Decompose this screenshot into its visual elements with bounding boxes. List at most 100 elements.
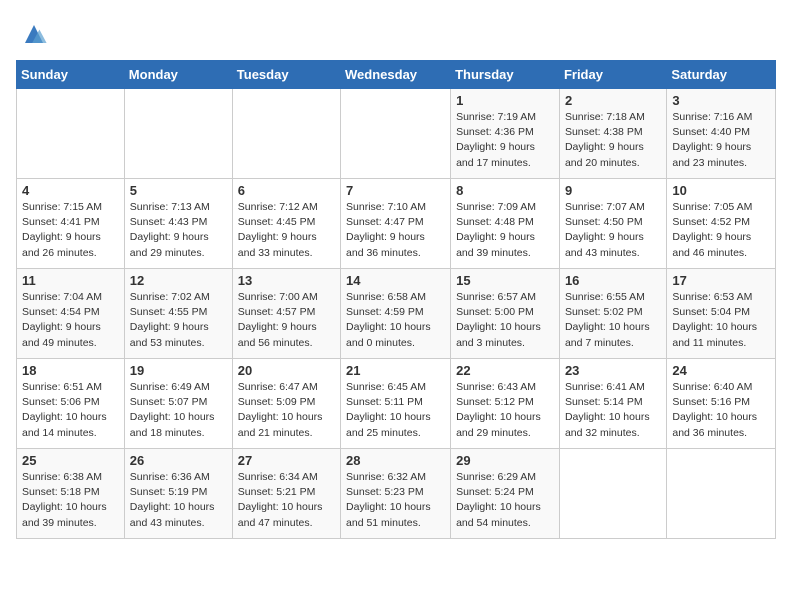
day-cell: 2 Sunrise: 7:18 AM Sunset: 4:38 PM Daylig… <box>559 89 666 179</box>
day-detail: Sunrise: 7:19 AM Sunset: 4:36 PM Dayligh… <box>456 110 554 171</box>
day-number: 24 <box>672 363 770 378</box>
day-number: 5 <box>130 183 227 198</box>
day-number: 9 <box>565 183 661 198</box>
day-number: 1 <box>456 93 554 108</box>
day-detail: Sunrise: 6:32 AM Sunset: 5:23 PM Dayligh… <box>346 470 445 531</box>
day-number: 13 <box>238 273 335 288</box>
day-number: 28 <box>346 453 445 468</box>
day-detail: Sunrise: 7:09 AM Sunset: 4:48 PM Dayligh… <box>456 200 554 261</box>
day-number: 15 <box>456 273 554 288</box>
day-number: 20 <box>238 363 335 378</box>
day-number: 19 <box>130 363 227 378</box>
day-cell <box>232 89 340 179</box>
column-header-thursday: Thursday <box>451 61 560 89</box>
day-cell: 24 Sunrise: 6:40 AM Sunset: 5:16 PM Dayli… <box>667 359 776 449</box>
day-cell <box>559 449 666 539</box>
page-header <box>16 16 776 52</box>
day-detail: Sunrise: 6:40 AM Sunset: 5:16 PM Dayligh… <box>672 380 770 441</box>
day-number: 6 <box>238 183 335 198</box>
column-header-friday: Friday <box>559 61 666 89</box>
week-row-1: 1 Sunrise: 7:19 AM Sunset: 4:36 PM Daylig… <box>17 89 776 179</box>
day-detail: Sunrise: 6:58 AM Sunset: 4:59 PM Dayligh… <box>346 290 445 351</box>
day-cell: 19 Sunrise: 6:49 AM Sunset: 5:07 PM Dayli… <box>124 359 232 449</box>
day-number: 25 <box>22 453 119 468</box>
day-number: 14 <box>346 273 445 288</box>
day-cell: 14 Sunrise: 6:58 AM Sunset: 4:59 PM Dayli… <box>341 269 451 359</box>
day-cell: 5 Sunrise: 7:13 AM Sunset: 4:43 PM Daylig… <box>124 179 232 269</box>
day-cell: 22Sunrise: 6:43 AM Sunset: 5:12 PM Dayli… <box>451 359 560 449</box>
day-cell: 26 Sunrise: 6:36 AM Sunset: 5:19 PM Dayli… <box>124 449 232 539</box>
day-number: 29 <box>456 453 554 468</box>
day-cell: 23Sunrise: 6:41 AM Sunset: 5:14 PM Dayli… <box>559 359 666 449</box>
day-cell: 8 Sunrise: 7:09 AM Sunset: 4:48 PM Daylig… <box>451 179 560 269</box>
day-detail: Sunrise: 7:00 AM Sunset: 4:57 PM Dayligh… <box>238 290 335 351</box>
day-number: 10 <box>672 183 770 198</box>
day-detail: Sunrise: 7:18 AM Sunset: 4:38 PM Dayligh… <box>565 110 661 171</box>
day-cell <box>17 89 125 179</box>
day-cell: 11 Sunrise: 7:04 AM Sunset: 4:54 PM Dayli… <box>17 269 125 359</box>
day-number: 7 <box>346 183 445 198</box>
day-cell: 25 Sunrise: 6:38 AM Sunset: 5:18 PM Dayli… <box>17 449 125 539</box>
day-cell: 27 Sunrise: 6:34 AM Sunset: 5:21 PM Dayli… <box>232 449 340 539</box>
day-detail: Sunrise: 6:47 AM Sunset: 5:09 PM Dayligh… <box>238 380 335 441</box>
day-number: 26 <box>130 453 227 468</box>
day-detail: Sunrise: 7:02 AM Sunset: 4:55 PM Dayligh… <box>130 290 227 351</box>
day-cell <box>341 89 451 179</box>
day-cell: 13 Sunrise: 7:00 AM Sunset: 4:57 PM Dayli… <box>232 269 340 359</box>
day-detail: Sunrise: 6:43 AM Sunset: 5:12 PM Dayligh… <box>456 380 554 441</box>
column-header-wednesday: Wednesday <box>341 61 451 89</box>
day-number: 8 <box>456 183 554 198</box>
day-header-row: SundayMondayTuesdayWednesdayThursdayFrid… <box>17 61 776 89</box>
day-detail: Sunrise: 7:10 AM Sunset: 4:47 PM Dayligh… <box>346 200 445 261</box>
day-cell: 21Sunrise: 6:45 AM Sunset: 5:11 PM Dayli… <box>341 359 451 449</box>
day-detail: Sunrise: 7:12 AM Sunset: 4:45 PM Dayligh… <box>238 200 335 261</box>
day-number: 27 <box>238 453 335 468</box>
day-cell: 3 Sunrise: 7:16 AM Sunset: 4:40 PM Daylig… <box>667 89 776 179</box>
day-number: 11 <box>22 273 119 288</box>
day-cell: 15 Sunrise: 6:57 AM Sunset: 5:00 PM Dayli… <box>451 269 560 359</box>
day-detail: Sunrise: 6:55 AM Sunset: 5:02 PM Dayligh… <box>565 290 661 351</box>
day-detail: Sunrise: 7:13 AM Sunset: 4:43 PM Dayligh… <box>130 200 227 261</box>
day-cell <box>667 449 776 539</box>
week-row-4: 18 Sunrise: 6:51 AM Sunset: 5:06 PM Dayli… <box>17 359 776 449</box>
day-cell: 12Sunrise: 7:02 AM Sunset: 4:55 PM Dayli… <box>124 269 232 359</box>
day-detail: Sunrise: 6:49 AM Sunset: 5:07 PM Dayligh… <box>130 380 227 441</box>
day-number: 21 <box>346 363 445 378</box>
column-header-monday: Monday <box>124 61 232 89</box>
day-number: 16 <box>565 273 661 288</box>
day-detail: Sunrise: 6:36 AM Sunset: 5:19 PM Dayligh… <box>130 470 227 531</box>
calendar-table: SundayMondayTuesdayWednesdayThursdayFrid… <box>16 60 776 539</box>
day-detail: Sunrise: 7:07 AM Sunset: 4:50 PM Dayligh… <box>565 200 661 261</box>
day-cell: 1 Sunrise: 7:19 AM Sunset: 4:36 PM Daylig… <box>451 89 560 179</box>
day-detail: Sunrise: 6:34 AM Sunset: 5:21 PM Dayligh… <box>238 470 335 531</box>
day-detail: Sunrise: 6:57 AM Sunset: 5:00 PM Dayligh… <box>456 290 554 351</box>
day-number: 2 <box>565 93 661 108</box>
day-detail: Sunrise: 6:38 AM Sunset: 5:18 PM Dayligh… <box>22 470 119 531</box>
day-cell <box>124 89 232 179</box>
day-cell: 16 Sunrise: 6:55 AM Sunset: 5:02 PM Dayli… <box>559 269 666 359</box>
day-detail: Sunrise: 7:16 AM Sunset: 4:40 PM Dayligh… <box>672 110 770 171</box>
column-header-sunday: Sunday <box>17 61 125 89</box>
day-cell: 17 Sunrise: 6:53 AM Sunset: 5:04 PM Dayli… <box>667 269 776 359</box>
day-number: 17 <box>672 273 770 288</box>
column-header-tuesday: Tuesday <box>232 61 340 89</box>
day-cell: 9 Sunrise: 7:07 AM Sunset: 4:50 PM Daylig… <box>559 179 666 269</box>
day-detail: Sunrise: 6:29 AM Sunset: 5:24 PM Dayligh… <box>456 470 554 531</box>
day-cell: 6 Sunrise: 7:12 AM Sunset: 4:45 PM Daylig… <box>232 179 340 269</box>
day-cell: 18 Sunrise: 6:51 AM Sunset: 5:06 PM Dayli… <box>17 359 125 449</box>
day-detail: Sunrise: 7:15 AM Sunset: 4:41 PM Dayligh… <box>22 200 119 261</box>
week-row-3: 11 Sunrise: 7:04 AM Sunset: 4:54 PM Dayli… <box>17 269 776 359</box>
day-detail: Sunrise: 7:04 AM Sunset: 4:54 PM Dayligh… <box>22 290 119 351</box>
day-number: 3 <box>672 93 770 108</box>
day-cell: 28 Sunrise: 6:32 AM Sunset: 5:23 PM Dayli… <box>341 449 451 539</box>
day-cell: 20 Sunrise: 6:47 AM Sunset: 5:09 PM Dayli… <box>232 359 340 449</box>
week-row-2: 4 Sunrise: 7:15 AM Sunset: 4:41 PM Daylig… <box>17 179 776 269</box>
day-cell: 4 Sunrise: 7:15 AM Sunset: 4:41 PM Daylig… <box>17 179 125 269</box>
day-detail: Sunrise: 7:05 AM Sunset: 4:52 PM Dayligh… <box>672 200 770 261</box>
day-number: 18 <box>22 363 119 378</box>
day-number: 4 <box>22 183 119 198</box>
day-cell: 10 Sunrise: 7:05 AM Sunset: 4:52 PM Dayli… <box>667 179 776 269</box>
day-detail: Sunrise: 6:53 AM Sunset: 5:04 PM Dayligh… <box>672 290 770 351</box>
week-row-5: 25 Sunrise: 6:38 AM Sunset: 5:18 PM Dayli… <box>17 449 776 539</box>
day-detail: Sunrise: 6:51 AM Sunset: 5:06 PM Dayligh… <box>22 380 119 441</box>
